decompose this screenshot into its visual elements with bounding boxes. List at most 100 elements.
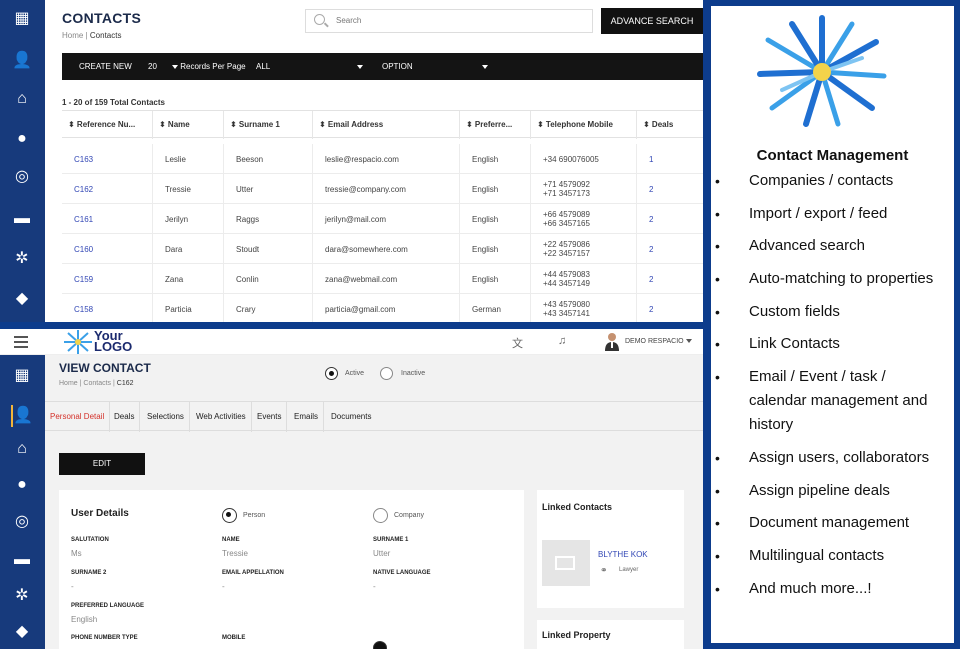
tab-events[interactable]: Events — [252, 402, 288, 432]
cell-ref[interactable]: C163 — [62, 144, 152, 174]
translate-icon[interactable]: 文 — [512, 335, 523, 351]
col-reference[interactable]: ⬍ Reference Nu... — [62, 111, 152, 139]
agent-icon[interactable]: ▬ — [11, 549, 33, 571]
name-value: Tressie — [222, 549, 248, 558]
team-icon[interactable]: ✲ — [11, 585, 33, 607]
link-icon: ⚭ — [600, 565, 608, 575]
bell-icon[interactable]: ♫ — [558, 335, 566, 347]
table-row[interactable]: C158 Particia Crary particia@gmail.com Germa… — [62, 294, 703, 322]
feature-item: Auto-matching to properties — [711, 267, 954, 291]
search-input[interactable]: Search — [305, 9, 593, 33]
home-icon[interactable]: ⌂ — [11, 88, 33, 110]
phone-radio[interactable] — [373, 641, 387, 649]
breadcrumb-contacts[interactable]: Contacts — [83, 380, 111, 387]
tab-emails[interactable]: Emails — [289, 402, 325, 432]
feature-list: Companies / contacts Import / export / fe… — [711, 169, 954, 609]
records-per-page-select[interactable]: Records Per Page — [172, 62, 246, 71]
feature-item: Custom fields — [711, 300, 954, 324]
phone-type-label: PHONE NUMBER TYPE — [71, 635, 138, 641]
cell-name: Particia — [152, 294, 223, 322]
col-name[interactable]: ⬍ Name — [152, 111, 223, 139]
cell-deals[interactable]: 2 — [636, 264, 703, 294]
tab-web-activities[interactable]: Web Activities — [191, 402, 252, 432]
home-icon[interactable]: ⌂ — [11, 438, 33, 460]
contacts-icon[interactable]: 👤 — [11, 405, 33, 427]
table-row[interactable]: C160 Dara Stoudt dara@somewhere.com English +… — [62, 234, 703, 264]
cell-ref[interactable]: C162 — [62, 174, 152, 204]
breadcrumb-sep: | — [79, 380, 82, 387]
table-row[interactable]: C163 Leslie Beeson leslie@respacio.com Engli… — [62, 144, 703, 174]
chevron-down-icon[interactable] — [482, 62, 488, 71]
table-body: C163 Leslie Beeson leslie@respacio.com Engli… — [62, 144, 703, 322]
type-company-radio[interactable] — [373, 508, 388, 523]
cell-deals[interactable]: 2 — [636, 234, 703, 264]
edit-button[interactable]: EDIT — [59, 453, 145, 475]
dashboard-icon[interactable]: ▦ — [11, 8, 33, 30]
cell-phone: +22 4579086 +22 3457157 — [530, 234, 636, 264]
cell-ref[interactable]: C158 — [62, 294, 152, 322]
table-row[interactable]: C159 Zana Conlin zana@webmail.com English +44… — [62, 264, 703, 294]
total-count: 1 - 20 of 159 Total Contacts — [62, 98, 165, 107]
tab-documents[interactable]: Documents — [326, 402, 376, 432]
cell-ref[interactable]: C161 — [62, 204, 152, 234]
col-surname[interactable]: ⬍ Surname 1 — [223, 111, 312, 139]
surname2-label: SURNAME 2 — [71, 570, 107, 576]
cell-email: particia@gmail.com — [312, 294, 459, 322]
records-per-page-label: Records Per Page — [180, 62, 246, 71]
cell-ref[interactable]: C160 — [62, 234, 152, 264]
cell-name: Zana — [152, 264, 223, 294]
status-inactive-radio[interactable] — [380, 367, 393, 380]
surname1-value: Utter — [373, 549, 391, 558]
filter-all-select[interactable]: ALL — [256, 62, 270, 71]
cell-deals[interactable]: 2 — [636, 294, 703, 322]
tab-deals[interactable]: Deals — [109, 402, 141, 432]
cell-deals[interactable]: 2 — [636, 204, 703, 234]
col-preferred[interactable]: ⬍ Preferre... — [459, 111, 530, 139]
menu-icon[interactable] — [14, 336, 28, 348]
tag-icon[interactable]: ◆ — [11, 288, 33, 310]
agent-icon[interactable]: ▬ — [11, 208, 33, 230]
globe-icon[interactable]: ◎ — [11, 511, 33, 533]
user-icon[interactable]: ● — [11, 474, 33, 496]
salutation-label: SALUTATION — [71, 537, 109, 543]
breadcrumb-home[interactable]: Home — [62, 31, 83, 40]
records-count[interactable]: 20 — [148, 62, 157, 71]
create-new-button[interactable]: CREATE NEW — [79, 62, 132, 71]
logo-burst-icon — [757, 15, 887, 127]
user-icon[interactable]: ● — [11, 128, 33, 150]
cell-deals[interactable]: 2 — [636, 174, 703, 204]
cell-ref[interactable]: C159 — [62, 264, 152, 294]
cell-lang: English — [459, 234, 530, 264]
advance-search-button[interactable]: ADVANCE SEARCH — [601, 8, 703, 34]
linked-contacts-card: Linked Contacts BLYTHE KOK ⚭ Lawyer — [537, 490, 684, 608]
promo-composite: ▦ 👤 ⌂ ● ◎ ▬ ✲ ◆ CONTACTS Home | Contacts… — [0, 0, 960, 649]
breadcrumb: Home | Contacts | C162 — [59, 380, 134, 387]
tag-icon[interactable]: ◆ — [11, 621, 33, 643]
cell-surname: Crary — [223, 294, 312, 322]
breadcrumb-current: Contacts — [89, 31, 122, 40]
type-company-label: Company — [394, 512, 424, 519]
globe-icon[interactable]: ◎ — [11, 166, 33, 188]
contacts-list-screen: ▦ 👤 ⌂ ● ◎ ▬ ✲ ◆ CONTACTS Home | Contacts… — [0, 0, 703, 322]
table-row[interactable]: C162 Tressie Utter tressie@company.com Engli… — [62, 174, 703, 204]
table-row[interactable]: C161 Jerilyn Raggs jerilyn@mail.com English +… — [62, 204, 703, 234]
type-person-radio[interactable] — [222, 508, 237, 523]
user-name: DEMO RESPACIO — [625, 338, 684, 345]
cell-deals[interactable]: 1 — [636, 144, 703, 174]
contacts-icon[interactable]: 👤 — [11, 50, 33, 72]
avatar[interactable] — [605, 332, 619, 351]
tab-personal-detail[interactable]: Personal Detail — [45, 402, 111, 432]
col-deals[interactable]: ⬍ Deals — [636, 111, 703, 139]
col-phone[interactable]: ⬍ Telephone Mobile — [530, 111, 636, 139]
breadcrumb-home[interactable]: Home — [59, 380, 78, 387]
option-select[interactable]: OPTION — [382, 62, 413, 71]
user-menu[interactable]: DEMO RESPACIO — [625, 338, 692, 345]
chevron-down-icon[interactable] — [357, 62, 363, 71]
tab-selections[interactable]: Selections — [142, 402, 190, 432]
linked-contact-name[interactable]: BLYTHE KOK — [598, 550, 648, 559]
status-active-radio[interactable] — [325, 367, 338, 380]
team-icon[interactable]: ✲ — [11, 248, 33, 270]
card-title: User Details — [71, 508, 129, 519]
col-email[interactable]: ⬍ Email Address — [312, 111, 459, 139]
dashboard-icon[interactable]: ▦ — [11, 365, 33, 387]
